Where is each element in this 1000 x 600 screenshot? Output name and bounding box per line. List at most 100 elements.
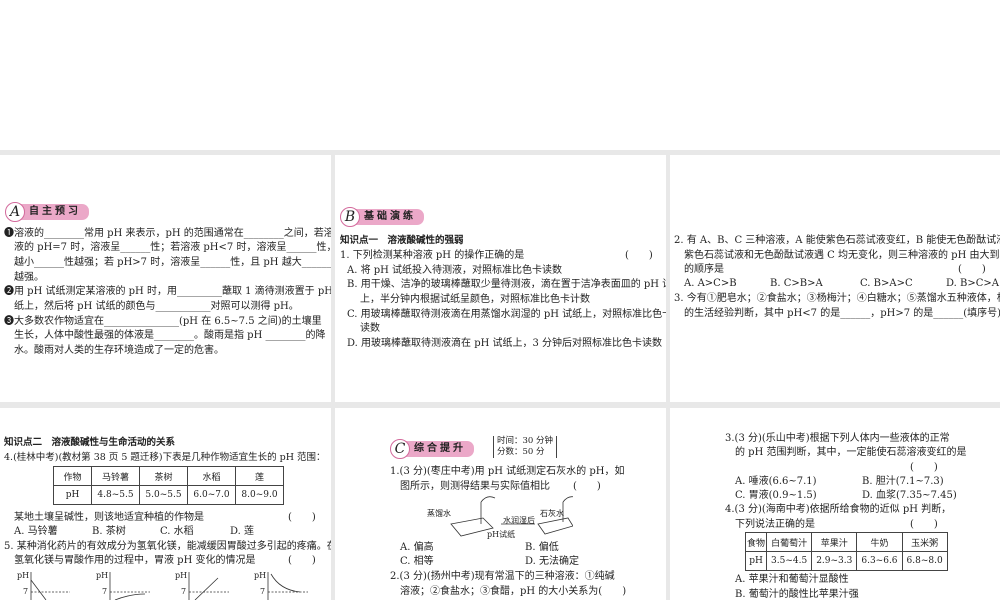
- section-title: 综合提升: [404, 441, 474, 457]
- label-distilled-water: 蒸馏水: [427, 509, 451, 518]
- table-cell: 莲: [235, 466, 284, 486]
- section-header-c: C 综合提升: [390, 439, 474, 459]
- option-b: B. 用干燥、洁净的玻璃棒蘸取少量待测液，滴在置于洁净表面皿的 pH 试纸: [347, 279, 666, 290]
- table-cell: pH: [53, 485, 92, 505]
- ph-graphs-svg: [30, 572, 308, 600]
- answer-paren: ( ): [910, 462, 938, 473]
- question-2-line: 溶液；②食盐水；③食醋，pH 的大小关系为( ): [400, 586, 627, 597]
- option-b-cont: 上，半分钟内根据试纸呈颜色，对照标准比色卡计数: [360, 294, 590, 305]
- page-panel-life: 知识点二 溶液酸碱性与生命活动的关系 4.(桂林中考)(教材第 38 页 5 题…: [0, 408, 331, 600]
- table-row: pH 3.5~4.5 2.9~3.3 6.3~6.6 6.8~8.0: [744, 551, 948, 571]
- option-b: B. 偏低: [525, 542, 559, 553]
- table-row: 作物 马铃薯 茶树 水稻 莲: [53, 466, 284, 486]
- crop-ph-table: 作物 马铃薯 茶树 水稻 莲 pH 4.8~5.5 5.0~5.5 6.0~7.…: [53, 466, 284, 505]
- option-d: D. 莲: [230, 526, 255, 537]
- question-3: 3.(3 分)(乐山中考)根据下列人体内一些液体的正常: [725, 433, 950, 444]
- table-cell: 白葡萄汁: [766, 532, 813, 552]
- option-d: D. 用玻璃棒蘸取待测液滴在 pH 试纸上，3 分钟后对照标准比色卡读数: [347, 338, 663, 349]
- question-1: 1. 下列检测某种溶液 pH 的操作正确的是: [340, 250, 525, 261]
- text-line: 生长，人体中酸性最强的体液是________。酸雨是指 pH ________的…: [14, 330, 326, 341]
- section-header-a: A 自主预习: [5, 202, 89, 222]
- table-cell: 苹果汁: [811, 532, 858, 552]
- question-4: 4.(桂林中考)(教材第 38 页 5 题迁移)下表是几种作物适宜生长的 pH …: [4, 452, 326, 463]
- table-cell: 5.0~5.5: [139, 485, 188, 505]
- question-3-line: 的生活经验判断，其中 pH<7 的是______，pH>7 的是______(填…: [684, 308, 1000, 319]
- page-panel-questions: 2. 有 A、B、C 三种溶液，A 能使紫色石蕊试液变红，B 能使无色酚酞试液变…: [670, 155, 1000, 402]
- blank-top-area: [0, 0, 1000, 150]
- table-cell: 食物: [744, 532, 768, 552]
- question-2-line: 的顺序是: [684, 264, 724, 275]
- hand-left: [480, 496, 496, 503]
- table-cell: 4.8~5.5: [91, 485, 140, 505]
- question-4-stem: 某地土壤呈碱性，则该地适宜种植的作物是: [14, 512, 204, 523]
- table-cell: 茶树: [139, 466, 188, 486]
- answer-paren: ( ): [288, 555, 316, 566]
- option-b: B. 葡萄汁的酸性比苹果汁强: [735, 589, 859, 600]
- table-cell: 2.9~3.3: [811, 551, 858, 571]
- table-row: pH 4.8~5.5 5.0~5.5 6.0~7.0 8.0~9.0: [53, 485, 284, 505]
- option-a: A. 唾液(6.6~7.1): [735, 476, 817, 487]
- answer-paren: ( ): [573, 481, 601, 492]
- option-b: B. 茶树: [92, 526, 126, 537]
- knowledge-point-heading: 知识点二 溶液酸碱性与生命活动的关系: [4, 437, 176, 448]
- text-line: 越小______性越强；若 pH>7 时，溶液呈______性，且 pH 越大_…: [14, 257, 331, 268]
- answer-paren: ( ): [958, 264, 986, 275]
- time-limit: 时间：30 分钟: [497, 436, 554, 446]
- question-3: 3. 今有①肥皂水；②食盐水；③杨梅汁；④白糖水；⑤蒸馏水五种液体，根据你: [674, 293, 1000, 304]
- label-ph-paper: pH试纸: [487, 530, 516, 539]
- text-line: ❷用 pH 试纸测定某溶液的 pH 时，用_________蘸取 1 滴待测液置…: [4, 286, 331, 297]
- question-2-line: 紫色石蕊试液和无色酚酞试液遇 C 均无变化，则三种溶液的 pH 由大到小: [684, 250, 1000, 261]
- option-a: A. 苹果汁和葡萄汁显酸性: [735, 574, 849, 585]
- graph-b-curve: [114, 593, 146, 600]
- graph-a-curve: [30, 579, 47, 600]
- text-line: 越强。: [14, 272, 44, 283]
- label-after-wetting: 水润湿后: [503, 516, 535, 525]
- option-c-cont: 读数: [360, 323, 380, 334]
- option-d: D. 血浆(7.35~7.45): [862, 490, 957, 501]
- hand-right: [562, 496, 573, 503]
- graph-d-curve: [270, 573, 301, 593]
- section-badge: C: [390, 439, 410, 459]
- question-2: 2. 有 A、B、C 三种溶液，A 能使紫色石蕊试液变红，B 能使无色酚酞试液变…: [674, 235, 1000, 246]
- section-title: 自主预习: [19, 204, 89, 220]
- question-4-line: 下列说法正确的是: [735, 519, 815, 530]
- table-cell: 牛奶: [856, 532, 903, 552]
- option-b: B. 胆汁(7.1~7.3): [862, 476, 944, 487]
- question-1: 1.(3 分)(枣庄中考)用 pH 试纸测定石灰水的 pH，如: [390, 466, 625, 477]
- table-cell: 6.0~7.0: [187, 485, 236, 505]
- section-badge: A: [5, 202, 25, 222]
- option-a: A. 马铃薯: [14, 526, 58, 537]
- option-d: D. 无法确定: [525, 556, 580, 567]
- text-line: ❶溶液的________常用 pH 来表示，pH 的范围通常在________之…: [4, 228, 331, 239]
- page-panel-preview: A 自主预习 ❶溶液的________常用 pH 来表示，pH 的范围通常在__…: [0, 155, 331, 402]
- option-c: C. 相等: [400, 556, 434, 567]
- answer-paren: ( ): [625, 250, 653, 261]
- page-panel-comprehensive: C 综合提升 时间：30 分钟 分数：50 分 1.(3 分)(枣庄中考)用 p…: [335, 408, 666, 600]
- option-b: B. C>B>A: [770, 278, 823, 289]
- table-cell: 水稻: [187, 466, 236, 486]
- question-3-line: 的 pH 范围判断，其中，一定能使石蕊溶液变红的是: [735, 447, 967, 458]
- food-ph-table: 食物 白葡萄汁 苹果汁 牛奶 玉米粥 pH 3.5~4.5 2.9~3.3 6.…: [744, 532, 948, 571]
- text-line: 液的 pH=7 时，溶液呈______性；若溶液 pH<7 时，溶液呈_____…: [14, 242, 331, 253]
- question-2: 2.(3 分)(扬州中考)现有常温下的三种溶液：①纯碱: [390, 571, 615, 582]
- answer-paren: ( ): [910, 519, 938, 530]
- section-badge: B: [340, 207, 360, 227]
- option-c: C. 用玻璃棒蘸取待测液滴在用蒸馏水润湿的 pH 试纸上，对照标准比色卡: [347, 309, 666, 320]
- knowledge-point-heading: 知识点一 溶液酸碱性的强弱: [340, 235, 464, 246]
- table-row: 食物 白葡萄汁 苹果汁 牛奶 玉米粥: [744, 532, 948, 552]
- option-c: C. B>A>C: [860, 278, 913, 289]
- option-c: C. 水稻: [160, 526, 194, 537]
- option-a: A. A>C>B: [684, 278, 737, 289]
- table-cell: 玉米粥: [901, 532, 948, 552]
- option-a: A. 将 pH 试纸投入待测液，对照标准比色卡读数: [347, 265, 563, 276]
- question-5-line: 氢氧化镁与胃酸作用的过程中，胃液 pH 变化的情况是: [14, 555, 256, 566]
- text-line: 水。酸雨对人类的生存环境造成了一定的危害。: [14, 345, 224, 356]
- text-line: 纸上，然后将 pH 试纸的颜色与___________对照可以测得 pH。: [14, 301, 299, 312]
- table-cell: 作物: [53, 466, 92, 486]
- question-4: 4.(3 分)(海南中考)依据所给食物的近似 pH 判断，: [725, 504, 952, 515]
- table-cell: 8.0~9.0: [235, 485, 284, 505]
- score-total: 分数：50 分: [497, 447, 545, 457]
- section-header-b: B 基础演练: [340, 207, 424, 227]
- question-5: 5. 某种消化药片的有效成分为氢氧化镁，能减缓因胃酸过多引起的疼痛。在: [4, 541, 331, 552]
- option-a: A. 偏高: [400, 542, 434, 553]
